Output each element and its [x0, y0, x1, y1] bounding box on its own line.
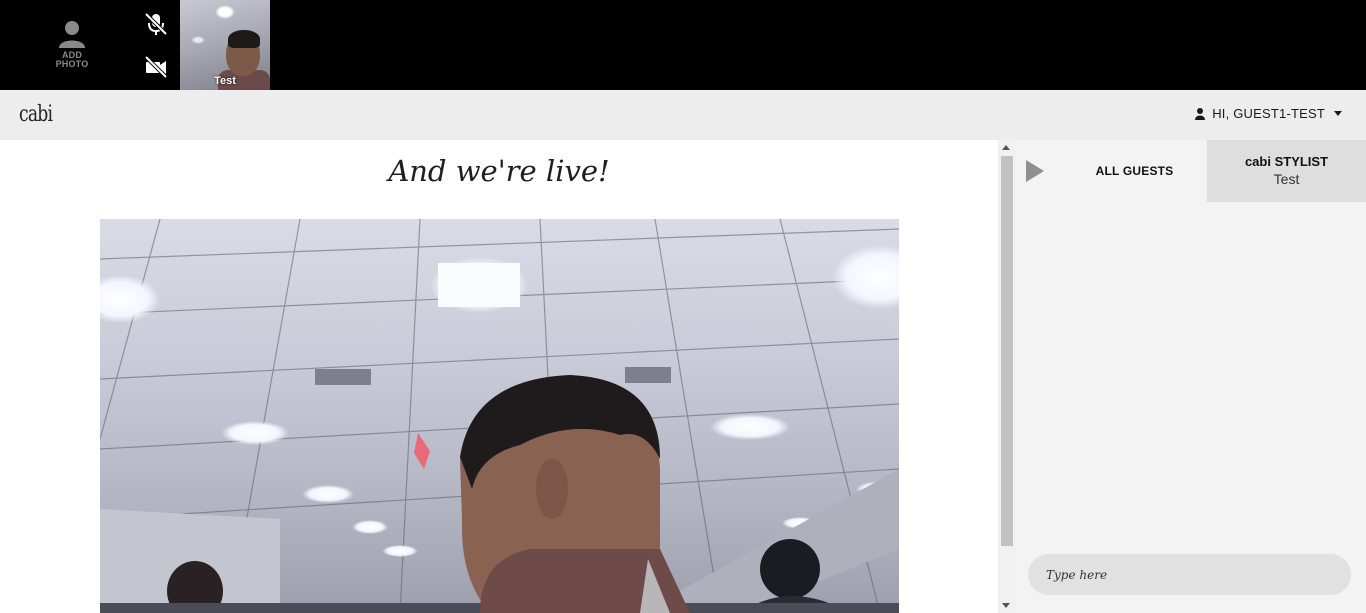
tab-stylist-name: Test [1273, 171, 1300, 187]
scroll-down-arrow-icon[interactable] [1002, 603, 1010, 608]
tab-all-guests[interactable]: ALL GUESTS [1062, 140, 1207, 202]
user-menu[interactable]: HI, GUEST1-TEST [1195, 106, 1342, 121]
chevron-down-icon [1334, 111, 1342, 116]
tab-stylist-label: cabi STYLIST [1244, 154, 1329, 169]
user-greeting: HI, GUEST1-TEST [1212, 106, 1325, 121]
app-header: cabi HI, GUEST1-TEST [0, 90, 1366, 140]
main-stage: And we're live! [0, 140, 998, 613]
main-video-frame [100, 219, 899, 613]
self-view-video[interactable]: Test [180, 0, 270, 90]
self-view-name: Test [214, 75, 236, 87]
add-photo-button[interactable]: ADD PHOTO [40, 14, 104, 80]
user-icon [1195, 107, 1206, 120]
mute-mic-button[interactable] [142, 10, 170, 38]
scroll-thumb[interactable] [1001, 156, 1013, 546]
stage-title: And we're live! [388, 154, 610, 188]
self-view-hair [228, 30, 260, 48]
chat-message-input[interactable] [1028, 554, 1351, 595]
tab-cabi-stylist[interactable]: cabi STYLIST Test [1207, 140, 1366, 202]
video-strip: ADD PHOTO Test [0, 0, 1366, 90]
collapse-chat-arrow-icon[interactable] [1026, 160, 1044, 182]
stage-scrollbar[interactable] [998, 140, 1016, 613]
scroll-up-arrow-icon[interactable] [1002, 145, 1010, 150]
camera-off-icon [144, 55, 168, 79]
mic-muted-icon [144, 12, 168, 36]
user-avatar-icon [59, 21, 85, 48]
main-video-feed[interactable] [100, 219, 899, 613]
add-photo-label: ADD PHOTO [55, 50, 89, 69]
chat-panel: ALL GUESTS cabi STYLIST Test [1016, 140, 1366, 613]
cabi-logo[interactable]: cabi [19, 102, 53, 127]
camera-toggle-button[interactable] [142, 53, 170, 81]
